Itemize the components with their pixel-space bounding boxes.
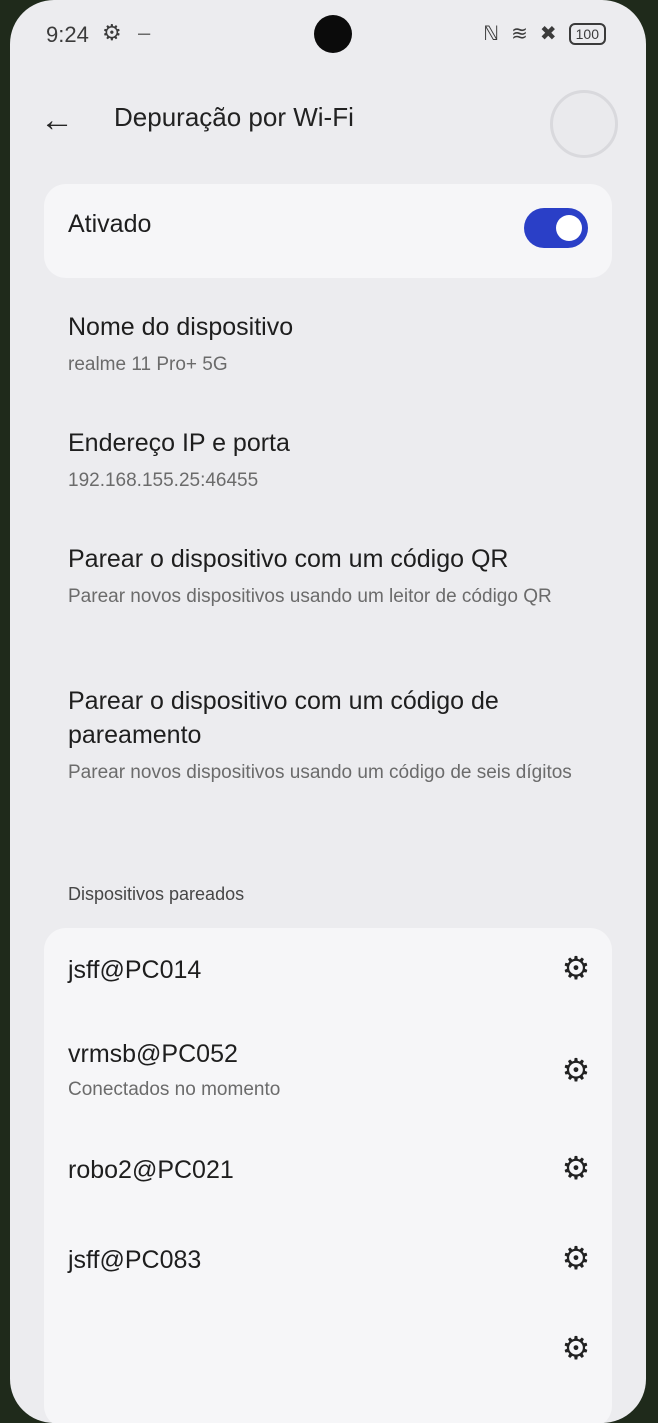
phone-screen: 9:24 ⚙ – ℕ ≋ ✖ 100 ← Depuração por Wi-Fi… — [10, 0, 646, 1423]
status-time: 9:24 — [46, 22, 89, 47]
floating-circle-button[interactable] — [550, 90, 618, 158]
paired-device-row[interactable]: vrmsb@PC052 Conectados no momento ⚙ — [68, 1040, 608, 1101]
device-name-title: Nome do dispositivo — [68, 313, 294, 341]
pair-code-subtitle: Parear novos dispositivos usando um códi… — [68, 762, 572, 783]
device-name-item[interactable]: Nome do dispositivo realme 11 Pro+ 5G — [68, 310, 608, 378]
wifi-icon: ≋ — [511, 23, 528, 45]
sim-icon: ✖ — [539, 23, 557, 45]
pair-qr-title: Parear o dispositivo com um código QR — [68, 545, 509, 573]
ip-port-title: Endereço IP e porta — [68, 429, 290, 457]
pair-qr-subtitle: Parear novos dispositivos usando um leit… — [68, 586, 552, 607]
paired-device-name: vrmsb@PC052 — [68, 1040, 238, 1068]
ip-port-value: 192.168.155.25:46455 — [68, 470, 259, 491]
paired-device-row[interactable]: jsff@PC083 ⚙ — [68, 1240, 608, 1276]
wifi-debugging-toggle-row[interactable]: Ativado — [44, 184, 612, 278]
paired-device-name: jsff@PC083 — [68, 1246, 202, 1274]
paired-device-row[interactable]: robo2@PC021 ⚙ — [68, 1150, 608, 1186]
toggle-knob — [556, 215, 582, 241]
paired-device-name: jsff@PC014 — [68, 956, 202, 984]
pair-qr-item[interactable]: Parear o dispositivo com um código QR Pa… — [68, 542, 608, 610]
status-dash: – — [138, 20, 151, 45]
pair-code-item[interactable]: Parear o dispositivo com um código de pa… — [68, 684, 608, 786]
status-bar: 9:24 ⚙ – ℕ ≋ ✖ 100 — [10, 0, 646, 70]
ip-port-item[interactable]: Endereço IP e porta 192.168.155.25:46455 — [68, 426, 608, 494]
toggle-switch[interactable] — [524, 208, 588, 248]
device-settings-gear-icon[interactable]: ⚙ — [556, 1148, 596, 1188]
paired-device-status: Conectados no momento — [68, 1079, 281, 1100]
status-icons: ℕ ≋ ✖ 100 — [483, 21, 606, 46]
device-settings-gear-icon[interactable]: ⚙ — [556, 1238, 596, 1278]
device-settings-gear-icon[interactable]: ⚙ — [556, 1050, 596, 1090]
device-settings-gear-icon[interactable]: ⚙ — [556, 948, 596, 988]
front-camera — [314, 15, 352, 53]
paired-devices-header: Dispositivos pareados — [68, 884, 245, 904]
toggle-label: Ativado — [68, 210, 152, 238]
back-arrow-icon[interactable]: ← — [40, 98, 84, 142]
paired-device-row[interactable]: jsff@PC014 ⚙ — [68, 950, 608, 986]
status-settings-icon: ⚙ — [102, 20, 122, 45]
toolbar: ← Depuração por Wi-Fi — [10, 80, 646, 160]
navigation-bar — [10, 1353, 646, 1423]
pair-code-title: Parear o dispositivo com um código de pa… — [68, 687, 499, 749]
battery-icon: 100 — [568, 22, 606, 45]
paired-device-name: robo2@PC021 — [68, 1156, 234, 1184]
page-title: Depuração por Wi-Fi — [114, 102, 354, 132]
nfc-icon: ℕ — [483, 23, 500, 45]
paired-devices-list: jsff@PC014 ⚙ vrmsb@PC052 Conectados no m… — [44, 928, 612, 1423]
device-name-value: realme 11 Pro+ 5G — [68, 354, 228, 375]
